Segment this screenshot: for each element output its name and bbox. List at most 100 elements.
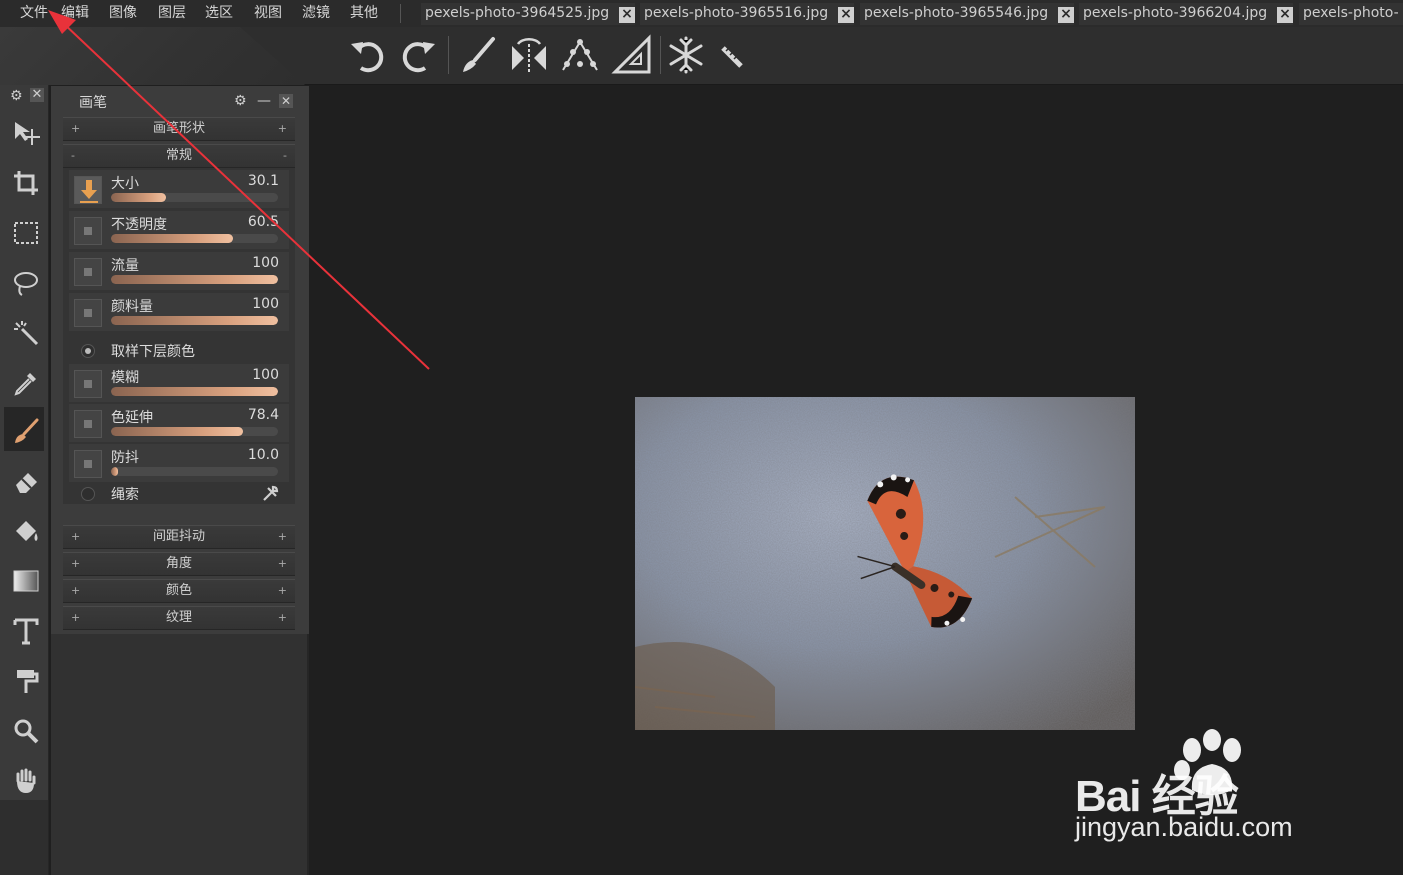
hand-icon[interactable]: [4, 757, 44, 801]
ruler-triangle-icon[interactable]: [611, 34, 653, 76]
slider-fill: [111, 234, 233, 243]
paint-bucket-icon[interactable]: [4, 507, 44, 551]
slider-paint-amount[interactable]: 颜料量 100: [69, 293, 289, 331]
slider-blur[interactable]: 模糊 100: [69, 364, 289, 402]
crop-icon[interactable]: [4, 159, 44, 203]
document-tab[interactable]: pexels-photo-3964525.jpg ×: [421, 3, 635, 25]
menu-other[interactable]: 其他: [350, 3, 378, 23]
slider-fill: [111, 193, 167, 202]
slider-fill: [111, 316, 278, 325]
baidu-watermark: Bai 经验 jingyan.baidu.com: [1075, 728, 1335, 848]
pressure-toggle[interactable]: [74, 410, 102, 438]
slider-track[interactable]: [111, 234, 278, 243]
slider-track[interactable]: [111, 467, 278, 476]
gear-icon[interactable]: ⚙: [10, 88, 23, 104]
brush-icon[interactable]: [4, 407, 44, 451]
gear-icon[interactable]: ⚙: [234, 94, 247, 108]
section-color[interactable]: + 颜色 +: [63, 579, 295, 603]
ruler-icon[interactable]: [711, 34, 753, 76]
expand-icon: +: [277, 557, 287, 570]
magic-wand-icon[interactable]: [4, 309, 44, 353]
pressure-toggle[interactable]: [74, 217, 102, 245]
slider-stabilizer[interactable]: 防抖 10.0: [69, 444, 289, 482]
close-icon[interactable]: ×: [1277, 7, 1293, 23]
menu-bar: 文件 编辑 图像 图层 选区 视图 滤镜 其他 pexels-photo-396…: [0, 0, 1403, 27]
zoom-icon[interactable]: [4, 707, 44, 751]
pressure-toggle[interactable]: [74, 370, 102, 398]
move-icon[interactable]: [4, 109, 44, 153]
redo-icon[interactable]: [397, 34, 439, 76]
slider-size[interactable]: 大小 30.1: [69, 170, 289, 208]
undo-icon[interactable]: [347, 34, 389, 76]
close-icon[interactable]: ×: [1058, 7, 1074, 23]
eraser-icon[interactable]: [4, 457, 44, 501]
slider-track[interactable]: [111, 387, 278, 396]
snowflake-pattern-icon[interactable]: [665, 34, 707, 76]
slider-value: 100: [252, 296, 279, 312]
pressure-toggle[interactable]: [74, 450, 102, 478]
wrench-icon[interactable]: [261, 485, 279, 503]
document-tab[interactable]: pexels-photo-3966204.jpg ×: [1079, 3, 1293, 25]
slider-track[interactable]: [111, 427, 278, 436]
slider-color-extend[interactable]: 色延伸 78.4: [69, 404, 289, 442]
slider-label: 模糊: [111, 370, 139, 386]
radio-button[interactable]: [81, 344, 95, 358]
brush-panel: 画笔 ⚙ — ✕ + 画笔形状 + - 常规 - 大小 30.1 不透明度 60…: [51, 86, 309, 875]
close-icon[interactable]: ×: [838, 7, 854, 23]
document-tab[interactable]: pexels-photo-: [1299, 3, 1403, 25]
marquee-icon[interactable]: [4, 209, 44, 253]
menu-image[interactable]: 图像: [109, 3, 137, 23]
expand-icon: +: [71, 122, 81, 135]
slider-track[interactable]: [111, 275, 278, 284]
document-image[interactable]: [635, 397, 1135, 730]
toolbar-divider: [660, 36, 661, 74]
section-brush-shape[interactable]: + 画笔形状 +: [63, 117, 295, 141]
section-label: 间距抖动: [152, 529, 205, 544]
general-settings: 大小 30.1 不透明度 60.5 流量 100 颜料量 100 取样下层颜色: [63, 168, 295, 504]
menu-file[interactable]: 文件: [20, 3, 48, 23]
close-icon[interactable]: ✕: [279, 94, 293, 108]
scatter-icon[interactable]: [559, 34, 601, 76]
tab-label: pexels-photo-3965546.jpg: [864, 5, 1049, 21]
minimize-icon[interactable]: —: [257, 94, 271, 108]
symmetry-icon[interactable]: [508, 34, 550, 76]
slider-track[interactable]: [111, 193, 278, 202]
slider-opacity[interactable]: 不透明度 60.5: [69, 211, 289, 249]
sample-layer-option[interactable]: 取样下层颜色: [69, 336, 289, 366]
menu-view[interactable]: 视图: [254, 3, 282, 23]
section-texture[interactable]: + 纹理 +: [63, 606, 295, 630]
menu-filter[interactable]: 滤镜: [302, 3, 330, 23]
pressure-toggle[interactable]: [74, 176, 102, 204]
slider-label: 色延伸: [111, 410, 153, 426]
expand-icon: +: [71, 557, 81, 570]
pressure-toggle[interactable]: [74, 299, 102, 327]
slider-flow[interactable]: 流量 100: [69, 252, 289, 290]
gradient-icon[interactable]: [4, 557, 44, 601]
menu-edit[interactable]: 编辑: [61, 3, 89, 23]
slider-track[interactable]: [111, 316, 278, 325]
clone-icon[interactable]: [4, 657, 44, 701]
expand-icon: +: [277, 530, 287, 543]
section-label: 颜色: [165, 583, 192, 598]
document-tab[interactable]: pexels-photo-3965516.jpg ×: [640, 3, 854, 25]
slider-label: 颜料量: [111, 299, 153, 315]
eyedropper-icon[interactable]: [4, 359, 44, 403]
pressure-toggle[interactable]: [74, 258, 102, 286]
document-tab[interactable]: pexels-photo-3965546.jpg ×: [860, 3, 1074, 25]
lasso-option[interactable]: 绳索: [69, 485, 289, 504]
expand-icon: +: [277, 611, 287, 624]
close-icon[interactable]: ×: [619, 7, 635, 23]
expand-icon: +: [277, 584, 287, 597]
close-icon[interactable]: ✕: [30, 88, 44, 102]
section-angle[interactable]: + 角度 +: [63, 552, 295, 576]
slider-value: 78.4: [247, 407, 279, 423]
section-spacing-jitter[interactable]: + 间距抖动 +: [63, 525, 295, 549]
menu-layer[interactable]: 图层: [158, 3, 186, 23]
slider-fill: [111, 275, 278, 284]
section-general[interactable]: - 常规 -: [63, 144, 295, 168]
lasso-icon[interactable]: [4, 259, 44, 303]
menu-select[interactable]: 选区: [205, 3, 233, 23]
text-icon[interactable]: [4, 607, 44, 651]
brush-icon[interactable]: [457, 34, 499, 76]
radio-button[interactable]: [81, 487, 95, 501]
